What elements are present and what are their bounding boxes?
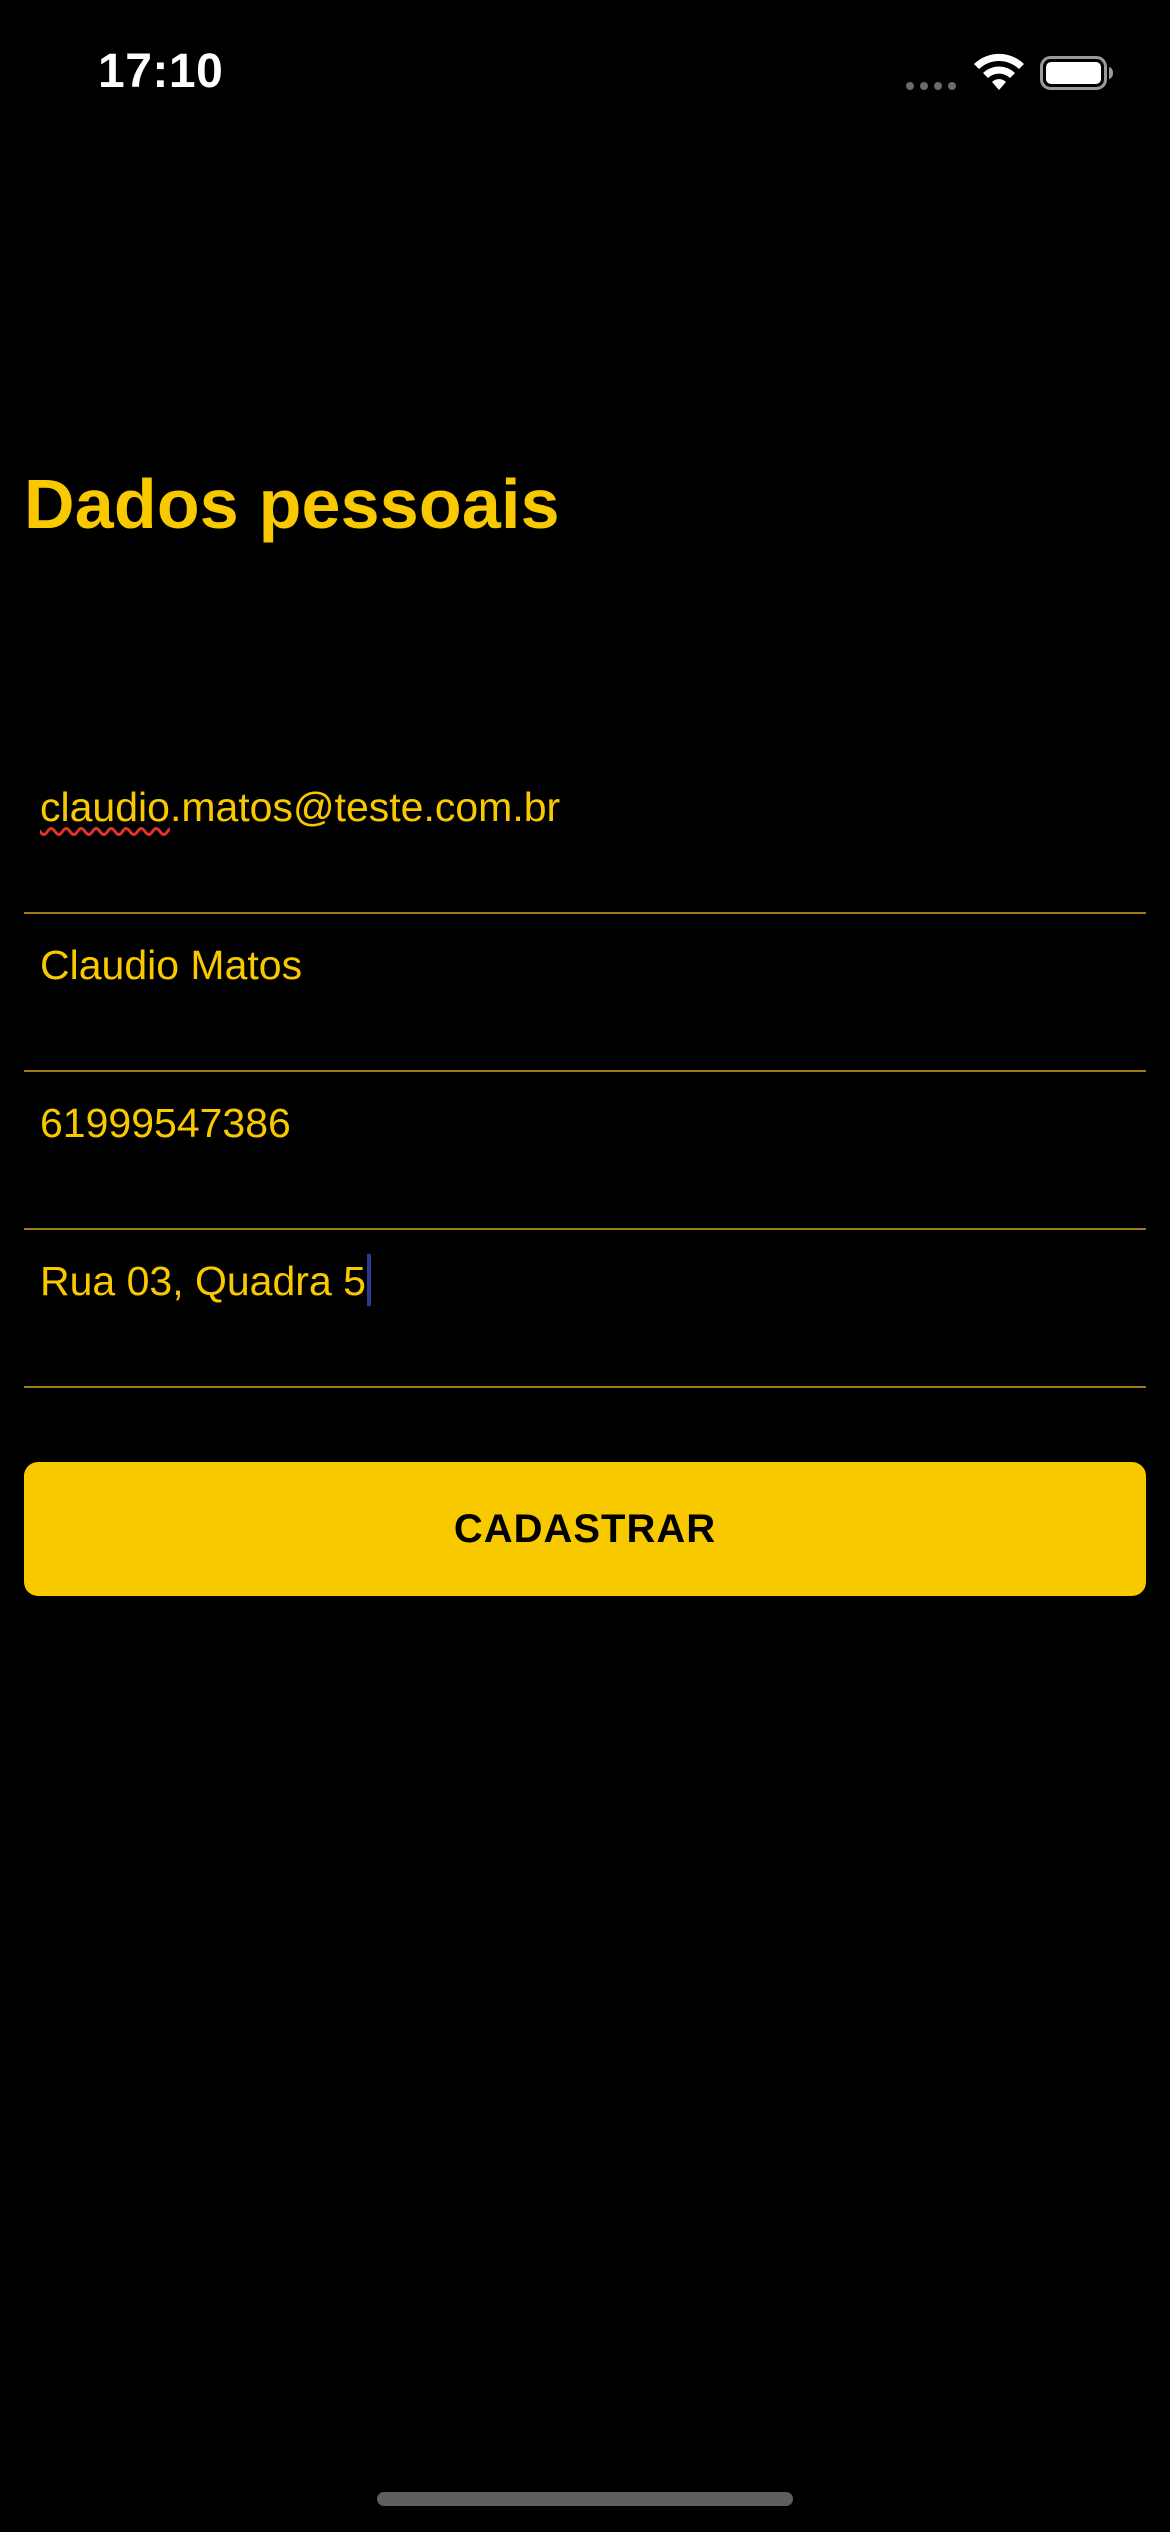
wifi-icon xyxy=(974,53,1024,90)
phone-field-value[interactable]: 61999547386 xyxy=(40,1100,291,1147)
phone-field[interactable]: 61999547386 xyxy=(24,1072,1146,1230)
page-title: Dados pessoais xyxy=(24,465,560,543)
email-field[interactable]: claudio.matos@teste.com.br xyxy=(24,756,1146,914)
spellcheck-underlined-text: claudio xyxy=(40,784,170,830)
address-field-value-wrapper[interactable]: Rua 03, Quadra 5 xyxy=(40,1254,371,1310)
email-field-value[interactable]: claudio.matos@teste.com.br xyxy=(40,784,560,831)
address-field-value: Rua 03, Quadra 5 xyxy=(40,1258,366,1304)
home-indicator[interactable] xyxy=(377,2492,793,2506)
status-time: 17:10 xyxy=(98,45,224,98)
cadastrar-button[interactable]: CADASTRAR xyxy=(24,1462,1146,1596)
name-field-value[interactable]: Claudio Matos xyxy=(40,942,302,989)
address-field[interactable]: Rua 03, Quadra 5 xyxy=(24,1230,1146,1388)
text-cursor xyxy=(366,1254,371,1307)
battery-icon xyxy=(1040,56,1113,90)
name-field[interactable]: Claudio Matos xyxy=(24,914,1146,1072)
signal-dots-icon xyxy=(906,82,958,90)
email-field-value-rest: .matos@teste.com.br xyxy=(169,784,561,830)
status-bar: 17:10 xyxy=(0,0,1170,150)
